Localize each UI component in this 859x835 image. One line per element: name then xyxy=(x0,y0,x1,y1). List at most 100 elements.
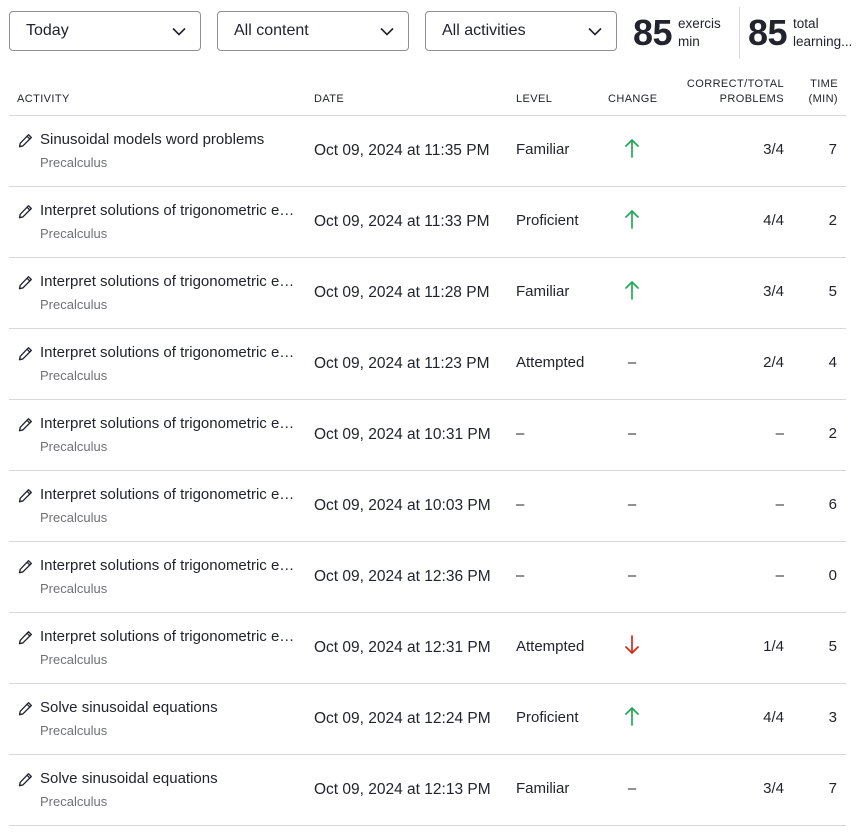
course-name: Precalculus xyxy=(40,439,108,454)
chevron-down-icon xyxy=(380,27,394,36)
table-row: Interpret solutions of trigonometric equ… xyxy=(9,471,846,542)
content-dropdown[interactable]: All content xyxy=(217,11,409,51)
mastery-level: Familiar xyxy=(516,780,570,797)
learning-minutes-value: 85 xyxy=(748,12,788,53)
activity-title-link[interactable]: Interpret solutions of trigonometric equ… xyxy=(40,415,296,432)
activity-title-link[interactable]: Interpret solutions of trigonometric equ… xyxy=(40,486,296,503)
header-problems: CORRECT/TOTAL PROBLEMS xyxy=(687,77,784,107)
exercise-label-line2: min xyxy=(678,34,700,49)
time-minutes: 7 xyxy=(828,141,837,158)
pencil-icon xyxy=(18,702,32,716)
correct-total-problems: – xyxy=(775,567,784,584)
no-change-dash: – xyxy=(627,496,637,513)
header-date: DATE xyxy=(314,93,345,105)
activity-title-link[interactable]: Solve sinusoidal equations xyxy=(40,770,296,787)
activity-date: Oct 09, 2024 at 10:03 PM xyxy=(314,497,491,514)
mastery-level: – xyxy=(516,425,525,442)
activity-title-link[interactable]: Interpret solutions of trigonometric equ… xyxy=(40,628,296,645)
learning-minutes-stat: 85 total learning... xyxy=(739,7,851,59)
table-header: ACTIVITY DATE LEVEL CHANGE CORRECT/TOTAL… xyxy=(9,74,846,116)
activity-title-link[interactable]: Interpret solutions of trigonometric equ… xyxy=(40,557,296,574)
exercise-minutes-value: 85 xyxy=(633,12,673,53)
chevron-down-icon xyxy=(172,27,186,36)
mastery-level: Proficient xyxy=(516,212,579,229)
no-change-dash: – xyxy=(627,567,637,584)
activity-date: Oct 09, 2024 at 12:24 PM xyxy=(314,710,491,727)
activity-title-link[interactable]: Solve sinusoidal equations xyxy=(40,699,296,716)
activity-title-link[interactable]: Interpret solutions of trigonometric equ… xyxy=(40,344,296,361)
course-name: Precalculus xyxy=(40,581,108,596)
pencil-icon xyxy=(18,347,32,361)
pencil-icon xyxy=(18,560,32,574)
correct-total-problems: 3/4 xyxy=(763,780,784,797)
content-value: All content xyxy=(234,22,309,39)
activity-title-link[interactable]: Interpret solutions of trigonometric equ… xyxy=(40,273,296,290)
mastery-level: Proficient xyxy=(516,709,579,726)
correct-total-problems: 3/4 xyxy=(763,283,784,300)
activity-date: Oct 09, 2024 at 11:35 PM xyxy=(314,142,490,159)
pencil-icon xyxy=(18,134,32,148)
chevron-down-icon xyxy=(588,27,602,36)
level-change: – xyxy=(622,777,642,799)
activity-date: Oct 09, 2024 at 11:23 PM xyxy=(314,355,490,372)
activities-value: All activities xyxy=(442,22,526,39)
mastery-level: – xyxy=(516,567,525,584)
course-name: Precalculus xyxy=(40,226,108,241)
activity-date: Oct 09, 2024 at 12:31 PM xyxy=(314,639,491,656)
level-change: – xyxy=(622,422,642,444)
time-range-dropdown[interactable]: Today xyxy=(9,11,201,51)
course-name: Precalculus xyxy=(40,652,108,667)
header-time-line1: TIME xyxy=(810,78,838,90)
mastery-level: Attempted xyxy=(516,354,585,371)
level-change xyxy=(622,635,642,657)
activity-date: Oct 09, 2024 at 12:36 PM xyxy=(314,568,491,585)
time-minutes: 5 xyxy=(828,638,837,655)
mastery-level: Familiar xyxy=(516,283,570,300)
activities-dropdown[interactable]: All activities xyxy=(425,11,617,51)
time-minutes: 4 xyxy=(828,354,837,371)
course-name: Precalculus xyxy=(40,297,108,312)
learning-label-line2: learning... xyxy=(793,34,852,49)
course-name: Precalculus xyxy=(40,368,108,383)
arrow-up-icon xyxy=(625,139,639,158)
table-row: Interpret solutions of trigonometric equ… xyxy=(9,187,846,258)
level-change: – xyxy=(622,493,642,515)
correct-total-problems: – xyxy=(775,496,784,513)
time-minutes: 7 xyxy=(828,780,837,797)
time-minutes: 2 xyxy=(828,425,837,442)
pencil-icon xyxy=(18,773,32,787)
header-time-line2: (MIN) xyxy=(808,93,838,105)
activity-table: ACTIVITY DATE LEVEL CHANGE CORRECT/TOTAL… xyxy=(9,74,846,826)
arrow-up-icon xyxy=(625,210,639,229)
pencil-icon xyxy=(18,205,32,219)
header-problems-line1: CORRECT/TOTAL xyxy=(686,78,784,90)
filter-bar: Today All content All activities 85 exer… xyxy=(9,7,859,59)
pencil-icon xyxy=(18,418,32,432)
course-name: Precalculus xyxy=(40,155,108,170)
level-change: – xyxy=(622,351,642,373)
course-name: Precalculus xyxy=(40,510,108,525)
correct-total-problems: 4/4 xyxy=(763,212,784,229)
level-change xyxy=(622,209,642,231)
header-activity: ACTIVITY xyxy=(17,93,70,105)
mastery-level: – xyxy=(516,496,525,513)
correct-total-problems: 2/4 xyxy=(763,354,784,371)
no-change-dash: – xyxy=(627,780,637,797)
arrow-down-icon xyxy=(625,635,639,654)
level-change: – xyxy=(622,564,642,586)
correct-total-problems: – xyxy=(775,425,784,442)
correct-total-problems: 3/4 xyxy=(763,141,784,158)
table-row: Interpret solutions of trigonometric equ… xyxy=(9,258,846,329)
table-row: Sinusoidal models word problems Precalcu… xyxy=(9,116,846,187)
time-minutes: 0 xyxy=(828,567,837,584)
exercise-minutes-stat: 85 exercis min xyxy=(633,11,736,55)
mastery-level: Attempted xyxy=(516,638,585,655)
pencil-icon xyxy=(18,489,32,503)
time-minutes: 5 xyxy=(828,283,837,300)
level-change xyxy=(622,280,642,302)
pencil-icon xyxy=(18,276,32,290)
time-minutes: 6 xyxy=(828,496,837,513)
activity-title-link[interactable]: Interpret solutions of trigonometric equ… xyxy=(40,202,296,219)
exercise-label-line1: exercis xyxy=(678,16,721,31)
activity-title-link[interactable]: Sinusoidal models word problems xyxy=(40,131,296,148)
